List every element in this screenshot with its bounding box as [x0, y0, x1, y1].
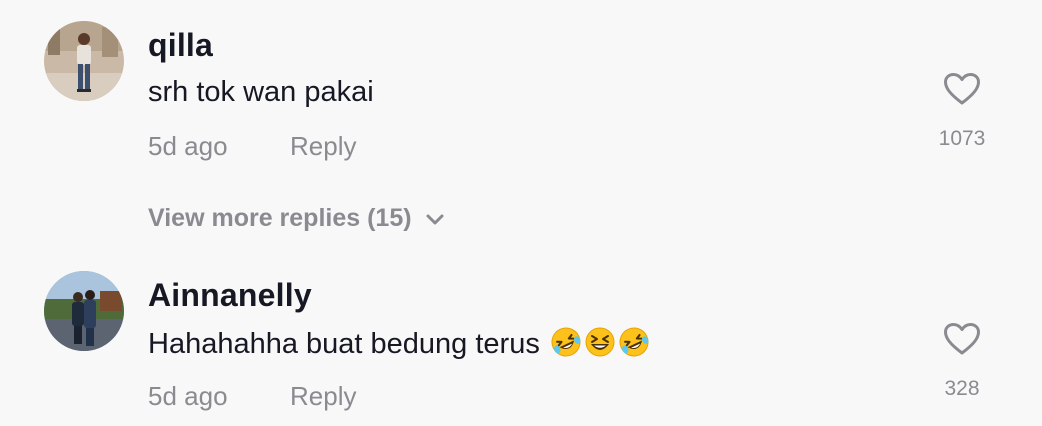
comment-username[interactable]: Ainnanelly	[148, 277, 312, 314]
rolling-on-floor-laughing-emoji	[619, 327, 649, 357]
view-more-replies-button[interactable]: View more replies (15)	[148, 204, 444, 233]
avatar[interactable]	[44, 271, 124, 351]
comment-timestamp: 5d ago	[148, 381, 228, 411]
comment-text: srh tok wan pakai	[148, 76, 374, 109]
like-button[interactable]: 1073	[922, 72, 1002, 151]
comment-timestamp: 5d ago	[148, 131, 228, 161]
like-count: 1073	[938, 127, 986, 150]
comment-text-content: Hahahahha buat bedung terus	[148, 328, 548, 360]
comment-text-content: srh tok wan pakai	[148, 76, 374, 108]
reply-button[interactable]: Reply	[290, 131, 356, 162]
comment-username[interactable]: qilla	[148, 27, 213, 64]
heart-outline-icon	[944, 323, 980, 355]
reply-button[interactable]: Reply	[290, 381, 356, 412]
rolling-on-floor-laughing-emoji	[551, 327, 581, 357]
view-more-replies-label: View more replies (15)	[148, 204, 412, 232]
like-button[interactable]: 328	[922, 322, 1002, 401]
heart-outline-icon	[944, 73, 980, 105]
grinning-squinting-face-emoji	[585, 327, 615, 357]
comment-text: Hahahahha buat bedung terus	[148, 326, 650, 361]
avatar-photo-standing-person	[44, 21, 124, 101]
like-count: 328	[944, 377, 980, 400]
avatar-photo-outdoor-couple	[44, 271, 124, 351]
comments-panel: qilla srh tok wan pakai 5d ago Reply 107…	[0, 0, 1042, 426]
avatar[interactable]	[44, 21, 124, 101]
chevron-down-icon	[426, 204, 444, 233]
